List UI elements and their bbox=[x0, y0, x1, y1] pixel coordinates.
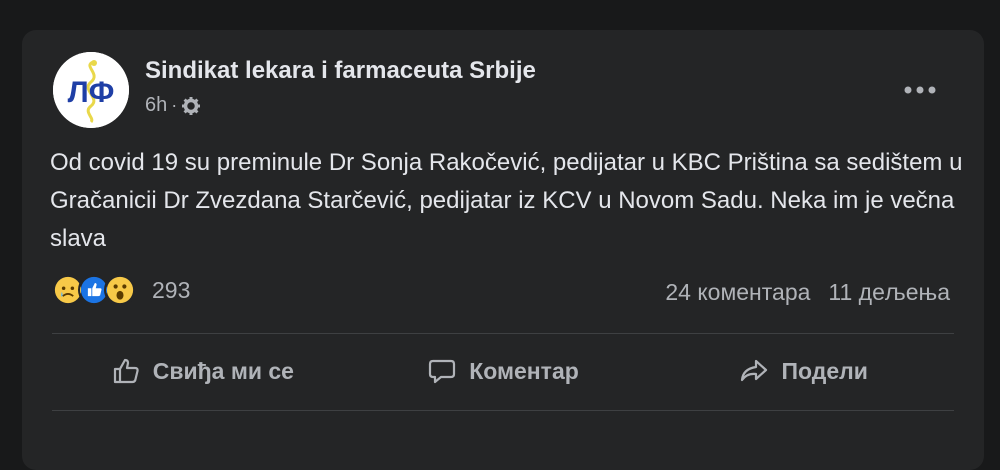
page-name-link[interactable]: Sindikat lekara i farmaceuta Srbije bbox=[145, 57, 536, 85]
post-card: ЛФ Sindikat lekara i farmaceuta Srbije 6… bbox=[22, 30, 984, 470]
comment-label: Коментар bbox=[469, 357, 579, 384]
like-label: Свиђа ми се bbox=[152, 357, 294, 384]
action-bar: Свиђа ми се Коментар Подели bbox=[52, 334, 954, 408]
gear-icon[interactable] bbox=[181, 96, 201, 116]
post-meta: 6h · bbox=[145, 94, 201, 117]
divider-bottom bbox=[52, 410, 954, 411]
more-options-button[interactable] bbox=[904, 80, 936, 94]
reaction-count: 293 bbox=[152, 276, 191, 303]
comment-button[interactable]: Коментар bbox=[353, 334, 654, 408]
comment-icon bbox=[429, 359, 456, 384]
thumbs-up-icon bbox=[113, 358, 139, 384]
post-text: Od covid 19 su preminule Dr Sonja Rakoče… bbox=[50, 149, 963, 252]
share-button[interactable]: Подели bbox=[653, 334, 954, 408]
logo-icon: ЛФ bbox=[53, 52, 129, 128]
share-label: Подели bbox=[781, 357, 868, 384]
more-icon bbox=[904, 86, 936, 94]
like-button[interactable]: Свиђа ми се bbox=[52, 334, 353, 408]
shares-count-link[interactable]: 11 дељења bbox=[828, 279, 950, 306]
reactions-summary[interactable]: 293 bbox=[52, 274, 190, 306]
comments-count-link[interactable]: 24 коментара bbox=[665, 279, 810, 306]
post-time-link[interactable]: 6h bbox=[145, 94, 167, 117]
svg-text:ЛФ: ЛФ bbox=[68, 76, 115, 109]
wow-emoji-icon bbox=[104, 274, 136, 306]
meta-separator: · bbox=[171, 95, 178, 115]
share-icon bbox=[741, 359, 768, 382]
page-avatar[interactable]: ЛФ bbox=[53, 52, 129, 128]
post-stats: 24 коментара 11 дељења bbox=[665, 279, 950, 306]
